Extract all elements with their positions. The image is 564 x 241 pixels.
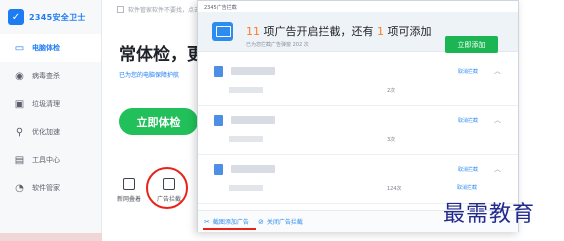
protection-note: 已为您的电脑保障护航: [119, 72, 180, 79]
cancel-block-link[interactable]: 取消拦截: [458, 166, 478, 173]
sidebar-item-label: 优化加速: [32, 128, 60, 136]
block-count: 124次: [387, 186, 402, 192]
app-logo: ✓ 2345安全卫士: [0, 0, 101, 34]
sidebar-item-cleanup[interactable]: ▣ 垃圾清理: [0, 90, 101, 118]
toolbox-icon: ▤: [14, 154, 25, 166]
headline-text: 项广告开启拦截，还有: [260, 25, 377, 38]
sidebar-item-checkup[interactable]: ▭ 电脑体检: [0, 34, 101, 62]
rocket-icon: ⚲: [15, 126, 24, 138]
document-icon: [214, 164, 223, 175]
blurred-name: [229, 136, 263, 142]
blurred-name: [231, 116, 275, 124]
popup-headline: 11 项广告开启拦截，还有 1 项可添加: [246, 23, 432, 39]
list-item: 取消拦截 ︿ 2次: [198, 57, 518, 106]
chevron-up-icon[interactable]: ︿: [494, 164, 501, 174]
software-icon: ◔: [15, 182, 24, 194]
ad-list: 取消拦截 ︿ 2次 取消拦截 ︿ 3次 取消拦截 ︿ 124次 取消拦截: [198, 57, 518, 204]
tool-label: 新网叠着: [116, 196, 141, 203]
trash-icon: ▣: [14, 98, 25, 110]
checkbox[interactable]: [117, 6, 124, 13]
sidebar-item-label: 软件管家: [32, 184, 60, 192]
block-count: 2次: [387, 88, 396, 94]
list-item: 取消拦截 ︿ 3次: [198, 106, 518, 155]
red-underline: [203, 228, 256, 230]
add-now-button[interactable]: 立即添加: [445, 36, 498, 53]
document-icon: [214, 66, 223, 77]
red-highlight-circle: [146, 167, 188, 209]
sidebar-item-label: 电脑体检: [32, 44, 60, 52]
popup-header: 11 项广告开启拦截，还有 1 项可添加 已为您拦截广告弹窗 202 次 立即添…: [198, 12, 518, 53]
footer-label: 关闭广告拦截: [266, 219, 303, 226]
chevron-up-icon[interactable]: ︿: [494, 66, 501, 76]
cancel-block-link[interactable]: 取消拦截: [458, 117, 478, 124]
headline-text: 项可添加: [384, 25, 432, 38]
sidebar-item-label: 垃圾清理: [32, 100, 60, 108]
page-title: 常体检，更: [119, 45, 204, 65]
sub-item: 124次 取消拦截: [229, 182, 483, 194]
block-count: 3次: [387, 137, 396, 143]
window-icon: [212, 22, 233, 41]
screenshot-add-ad-button[interactable]: ✂ 截图添加广告: [204, 217, 249, 227]
sub-item: 2次: [229, 84, 483, 96]
shield-icon: ✓: [8, 9, 24, 25]
cancel-block-link[interactable]: 取消拦截: [458, 68, 478, 75]
sidebar-item-label: 病毒查杀: [32, 72, 60, 80]
blurred-name: [231, 165, 275, 173]
logo-text: 2345安全卫士: [29, 12, 86, 22]
headline-count: 1: [377, 25, 384, 38]
virus-scan-icon: ◉: [15, 70, 24, 82]
tool-notify[interactable]: 新网叠着: [114, 178, 144, 203]
cancel-block-link[interactable]: 取消拦截: [457, 184, 477, 191]
blurred-name: [229, 87, 263, 93]
sidebar-bottom-bar: [0, 233, 102, 241]
monitor-icon: ▭: [14, 42, 25, 54]
sub-item: 3次: [229, 133, 483, 145]
sidebar-item-speedup[interactable]: ⚲ 优化加速: [0, 118, 101, 146]
bell-box-icon: [123, 178, 135, 190]
scissors-icon: ✂: [204, 217, 210, 226]
sidebar-item-label: 工具中心: [32, 156, 60, 164]
close-ad-block-button[interactable]: ⊘ 关闭广告拦截: [258, 217, 303, 227]
footer-label: 截图添加广告: [212, 219, 249, 226]
sidebar-item-tools[interactable]: ▤ 工具中心: [0, 146, 101, 174]
headline-count: 11: [246, 25, 260, 38]
chevron-up-icon[interactable]: ︿: [494, 115, 501, 125]
blurred-name: [229, 185, 263, 191]
document-icon: [214, 115, 223, 126]
start-checkup-button[interactable]: 立即体检: [119, 108, 198, 135]
watermark: 最需教育: [443, 202, 536, 227]
sidebar-item-virus[interactable]: ◉ 病毒查杀: [0, 62, 101, 90]
sidebar-item-software[interactable]: ◔ 软件管家: [0, 174, 101, 202]
app-sidebar: ✓ 2345安全卫士 ▭ 电脑体检 ◉ 病毒查杀 ▣ 垃圾清理 ⚲ 优化加速 ▤…: [0, 0, 102, 241]
blurred-name: [231, 67, 275, 75]
popup-subtext: 已为您拦截广告弹窗 202 次: [246, 42, 309, 48]
block-icon: ⊘: [258, 217, 264, 226]
